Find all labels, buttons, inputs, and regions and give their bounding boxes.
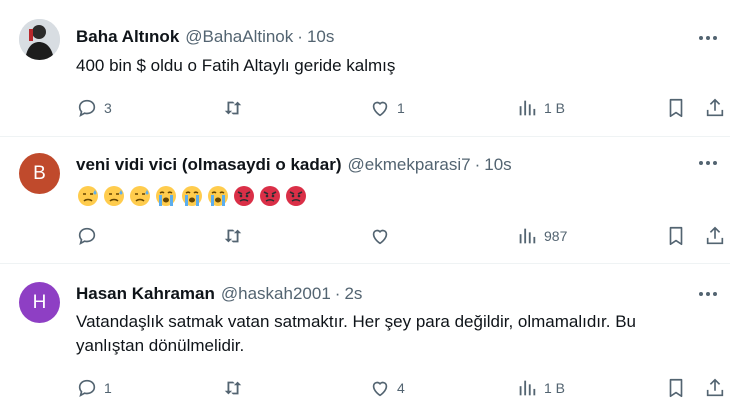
angry-face-icon xyxy=(286,186,306,206)
share-button[interactable] xyxy=(704,96,726,120)
share-button[interactable] xyxy=(704,224,726,248)
crying-face-icon xyxy=(156,186,176,206)
tweet-text-line: Vatandaşlık satmak vatan satmaktır. Her … xyxy=(76,312,636,331)
share-button[interactable] xyxy=(704,376,726,400)
retweet-button[interactable] xyxy=(222,224,244,248)
reply-icon xyxy=(78,379,96,397)
avatar-letter: B xyxy=(33,162,46,184)
separator-dot: · xyxy=(474,155,481,174)
more-horizontal-icon xyxy=(699,36,717,40)
downcast-sweat-face-icon xyxy=(78,186,98,206)
avatar[interactable]: H xyxy=(19,282,60,323)
profile-photo-icon xyxy=(19,19,60,60)
view-count: 987 xyxy=(544,228,568,244)
tweet[interactable]: H Hasan Kahraman @haskah2001 · 2s Vatand… xyxy=(0,264,730,420)
more-horizontal-icon xyxy=(699,161,717,165)
reply-icon xyxy=(78,227,96,245)
more-options-button[interactable] xyxy=(696,284,720,304)
retweet-icon xyxy=(224,381,242,395)
reply-icon xyxy=(78,99,96,117)
display-name[interactable]: Hasan Kahraman xyxy=(76,284,215,304)
views-chart-icon xyxy=(519,228,536,244)
like-button[interactable]: 1 xyxy=(369,96,405,120)
bookmark-button[interactable] xyxy=(665,224,687,248)
reply-button[interactable]: 1 xyxy=(76,376,112,400)
timestamp[interactable]: 10s xyxy=(484,155,511,175)
user-handle[interactable]: @BahaAltinok xyxy=(185,27,293,47)
bookmark-icon xyxy=(669,226,683,246)
angry-face-icon xyxy=(234,186,254,206)
retweet-button[interactable] xyxy=(222,96,244,120)
views-button[interactable]: 1 B xyxy=(516,96,565,120)
user-handle[interactable]: @haskah2001 xyxy=(221,284,331,304)
retweet-icon xyxy=(224,229,242,243)
display-name[interactable]: veni vidi vici (olmasaydi o kadar) xyxy=(76,155,342,175)
crying-face-icon xyxy=(182,186,202,206)
reply-count: 1 xyxy=(104,380,112,396)
tweet-header: veni vidi vici (olmasaydi o kadar) @ekme… xyxy=(76,153,730,177)
tweet-text: 400 bin $ oldu o Fatih Altaylı geride ka… xyxy=(76,56,396,75)
tweet-feed: Baha Altınok @BahaAltinok · 10s 400 bin … xyxy=(0,0,730,420)
views-chart-icon xyxy=(519,100,536,116)
like-count: 1 xyxy=(397,100,405,116)
tweet-actions: 987 xyxy=(0,224,730,248)
separator-dot: · xyxy=(334,284,341,303)
bookmark-button[interactable] xyxy=(665,96,687,120)
reply-count: 3 xyxy=(104,100,112,116)
avatar[interactable]: B xyxy=(19,153,60,194)
retweet-button[interactable] xyxy=(222,376,244,400)
share-icon xyxy=(706,98,724,117)
reply-button[interactable]: 3 xyxy=(76,96,112,120)
more-options-button[interactable] xyxy=(696,153,720,173)
share-icon xyxy=(706,378,724,397)
more-horizontal-icon xyxy=(699,292,717,296)
tweet-text-line: yanlıştan dönülmelidir. xyxy=(76,336,245,355)
tweet-header: Baha Altınok @BahaAltinok · 10s xyxy=(76,25,730,49)
downcast-sweat-face-icon xyxy=(130,186,150,206)
like-button[interactable]: 4 xyxy=(369,376,405,400)
tweet-actions: 3 1 1 B xyxy=(0,96,730,120)
views-chart-icon xyxy=(519,380,536,396)
timestamp[interactable]: 10s xyxy=(307,27,334,47)
like-button[interactable] xyxy=(369,224,391,248)
avatar[interactable] xyxy=(19,19,60,60)
timestamp[interactable]: 2s xyxy=(344,284,362,304)
heart-icon xyxy=(372,101,388,117)
crying-face-icon xyxy=(208,186,228,206)
heart-icon xyxy=(372,229,388,245)
bookmark-button[interactable] xyxy=(665,376,687,400)
retweet-icon xyxy=(224,101,242,115)
view-count: 1 B xyxy=(544,100,566,116)
bookmark-icon xyxy=(669,378,683,398)
tweet[interactable]: B veni vidi vici (olmasaydi o kadar) @ek… xyxy=(0,137,730,264)
angry-face-icon xyxy=(260,186,280,206)
display-name[interactable]: Baha Altınok xyxy=(76,27,179,47)
tweet-header: Hasan Kahraman @haskah2001 · 2s xyxy=(76,282,730,306)
views-button[interactable]: 987 xyxy=(516,224,567,248)
reply-button[interactable] xyxy=(76,224,98,248)
more-options-button[interactable] xyxy=(696,28,720,48)
avatar-letter: H xyxy=(32,291,47,313)
view-count: 1 B xyxy=(544,380,566,396)
like-count: 4 xyxy=(397,380,405,396)
share-icon xyxy=(706,226,724,245)
bookmark-icon xyxy=(669,98,683,118)
tweet[interactable]: Baha Altınok @BahaAltinok · 10s 400 bin … xyxy=(0,0,730,137)
separator-dot: · xyxy=(297,27,303,46)
downcast-sweat-face-icon xyxy=(104,186,124,206)
tweet-text: Vatandaşlık satmak vatan satmaktır. Her … xyxy=(76,310,710,358)
tweet-actions: 1 4 1 B xyxy=(0,376,730,400)
heart-icon xyxy=(372,381,388,397)
user-handle[interactable]: @ekmekparasi7 xyxy=(348,155,471,175)
views-button[interactable]: 1 B xyxy=(516,376,565,400)
emoji-row xyxy=(76,184,308,208)
